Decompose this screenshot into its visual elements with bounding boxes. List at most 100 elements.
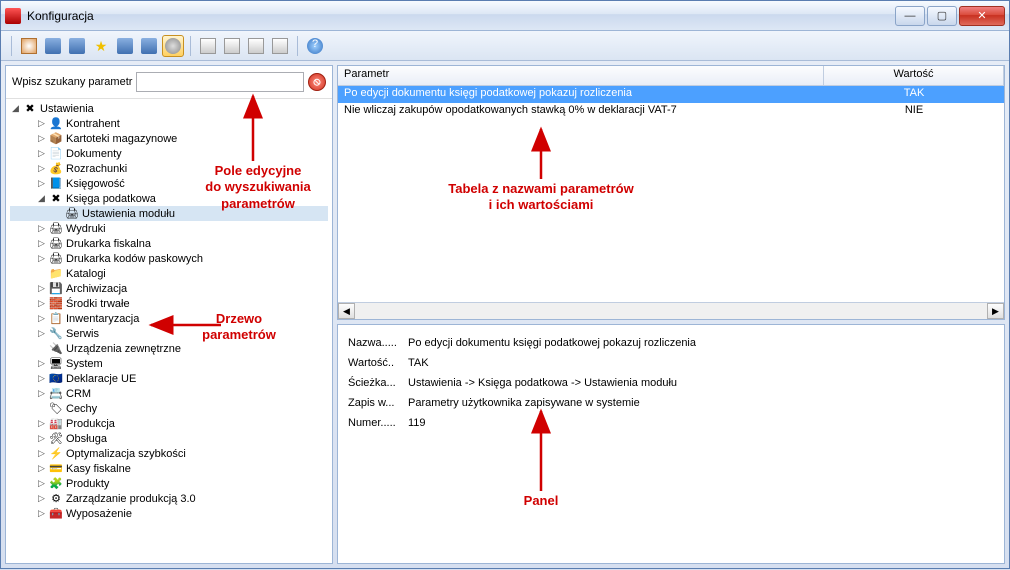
expand-icon[interactable]: ▷: [36, 508, 47, 519]
expand-icon[interactable]: ▷: [36, 163, 47, 174]
tree-item[interactable]: ▷📦Kartoteki magazynowe: [10, 131, 328, 146]
column-header-parametr[interactable]: Parametr: [338, 66, 824, 85]
tree-item-label: Urządzenia zewnętrzne: [66, 343, 181, 355]
tree-item[interactable]: ◢✖Księga podatkowa: [10, 191, 328, 206]
detail-value-label: Wartość..: [348, 357, 408, 369]
search-row: Wpisz szukany parametr ⦸: [6, 66, 332, 99]
expand-icon[interactable]: [36, 403, 47, 414]
tree-item-icon: 🧱: [49, 297, 63, 311]
expand-icon[interactable]: ▷: [36, 118, 47, 129]
expand-icon[interactable]: [36, 343, 47, 354]
tree-item-label: Deklaracje UE: [66, 373, 136, 385]
tree-item-label: Serwis: [66, 328, 99, 340]
tree-item[interactable]: ▷🛠Obsługa: [10, 431, 328, 446]
tree-item-label: Produkcja: [66, 418, 115, 430]
expand-icon[interactable]: ▷: [36, 148, 47, 159]
tree-item[interactable]: ▷👤Kontrahent: [10, 116, 328, 131]
expand-icon[interactable]: ▷: [36, 373, 47, 384]
tree-item[interactable]: ▷🖥System: [10, 356, 328, 371]
tree-item-icon: 🖨: [49, 222, 63, 236]
detail-name-value: Po edycji dokumentu księgi podatkowej po…: [408, 337, 994, 349]
tree-item[interactable]: ▷📇CRM: [10, 386, 328, 401]
horizontal-scrollbar[interactable]: ◀ ▶: [338, 302, 1004, 319]
table-body: Po edycji dokumentu księgi podatkowej po…: [338, 86, 1004, 302]
search-input[interactable]: [136, 72, 304, 92]
expand-icon[interactable]: ▷: [36, 448, 47, 459]
tree-item[interactable]: 🏷Cechy: [10, 401, 328, 416]
tree-item[interactable]: ▷🖨Wydruki: [10, 221, 328, 236]
list-button[interactable]: [269, 35, 291, 57]
tree-item[interactable]: ▷🖨Drukarka kodów paskowych: [10, 251, 328, 266]
expand-icon[interactable]: ▷: [36, 313, 47, 324]
scroll-right-button[interactable]: ▶: [987, 303, 1004, 319]
expand-icon[interactable]: [52, 208, 63, 219]
tree-item-label: CRM: [66, 388, 91, 400]
copy-button[interactable]: [221, 35, 243, 57]
expand-icon[interactable]: ▷: [36, 328, 47, 339]
expand-icon[interactable]: [36, 268, 47, 279]
tree-item[interactable]: 🖨Ustawienia modułu: [10, 206, 328, 221]
expand-icon[interactable]: ▷: [36, 358, 47, 369]
help-button[interactable]: ?: [304, 35, 326, 57]
parameter-table: Parametr Wartość Po edycji dokumentu ksi…: [337, 65, 1005, 320]
tree-item[interactable]: ▷💰Rozrachunki: [10, 161, 328, 176]
clear-search-button[interactable]: ⦸: [308, 73, 326, 91]
expand-icon[interactable]: ▷: [36, 238, 47, 249]
tree-item[interactable]: ▷🧰Wyposażenie: [10, 506, 328, 521]
tools-button[interactable]: [162, 35, 184, 57]
edit-button[interactable]: [197, 35, 219, 57]
tree-item[interactable]: ▷💾Archiwizacja: [10, 281, 328, 296]
parameter-tree[interactable]: ◢ ✖ Ustawienia ▷👤Kontrahent▷📦Kartoteki m…: [6, 99, 332, 563]
config-window: Konfiguracja — ▢ ✕ ★ ? Wpisz szukany par…: [0, 0, 1010, 569]
tree-item-icon: 📘: [49, 177, 63, 191]
expand-icon[interactable]: ▷: [36, 478, 47, 489]
expand-icon[interactable]: ▷: [36, 463, 47, 474]
table-row[interactable]: Nie wliczaj zakupów opodatkowanych stawk…: [338, 103, 1004, 120]
tree-item-icon: 📄: [49, 147, 63, 161]
tree-item[interactable]: ▷📄Dokumenty: [10, 146, 328, 161]
cell-value: NIE: [824, 103, 1004, 120]
tree-item[interactable]: ▷🧩Produkty: [10, 476, 328, 491]
expand-icon[interactable]: ▷: [36, 433, 47, 444]
db1-button[interactable]: [42, 35, 64, 57]
expand-icon[interactable]: ▷: [36, 388, 47, 399]
check-button[interactable]: [245, 35, 267, 57]
app-icon: [5, 8, 21, 24]
expand-icon[interactable]: ▷: [36, 178, 47, 189]
tree-item[interactable]: ▷🔧Serwis: [10, 326, 328, 341]
table-row[interactable]: Po edycji dokumentu księgi podatkowej po…: [338, 86, 1004, 103]
tree-item[interactable]: ▷🇪🇺Deklaracje UE: [10, 371, 328, 386]
larrow-button[interactable]: [114, 35, 136, 57]
close-button[interactable]: ✕: [959, 6, 1005, 26]
expand-icon[interactable]: ▷: [36, 133, 47, 144]
minimize-button[interactable]: —: [895, 6, 925, 26]
rarrow-button[interactable]: [138, 35, 160, 57]
expand-icon[interactable]: ▷: [36, 253, 47, 264]
tree-item-icon: 📇: [49, 387, 63, 401]
tree-item[interactable]: 📁Katalogi: [10, 266, 328, 281]
tree-item[interactable]: ▷💳Kasy fiskalne: [10, 461, 328, 476]
expand-icon[interactable]: ▷: [36, 223, 47, 234]
tree-item[interactable]: ▷🖨Drukarka fiskalna: [10, 236, 328, 251]
tree-item-label: Drukarka fiskalna: [66, 238, 151, 250]
scroll-left-button[interactable]: ◀: [338, 303, 355, 319]
tree-item[interactable]: ▷⚙Zarządzanie produkcją 3.0: [10, 491, 328, 506]
column-header-wartosc[interactable]: Wartość: [824, 66, 1004, 85]
expand-icon[interactable]: ▷: [36, 493, 47, 504]
expand-icon[interactable]: ▷: [36, 283, 47, 294]
db2-button[interactable]: [66, 35, 88, 57]
expand-icon[interactable]: ◢: [36, 193, 47, 204]
tree-item[interactable]: ▷⚡Optymalizacja szybkości: [10, 446, 328, 461]
tree-root[interactable]: ◢ ✖ Ustawienia: [10, 101, 328, 116]
star-button[interactable]: ★: [90, 35, 112, 57]
tree-item[interactable]: 🔌Urządzenia zewnętrzne: [10, 341, 328, 356]
maximize-button[interactable]: ▢: [927, 6, 957, 26]
expand-icon[interactable]: ▷: [36, 298, 47, 309]
tree-item[interactable]: ▷🧱Środki trwałe: [10, 296, 328, 311]
detail-path-value: Ustawienia -> Księga podatkowa -> Ustawi…: [408, 377, 994, 389]
expand-icon[interactable]: ▷: [36, 418, 47, 429]
tree-item[interactable]: ▷🏭Produkcja: [10, 416, 328, 431]
home-button[interactable]: [18, 35, 40, 57]
tree-item[interactable]: ▷📋Inwentaryzacja: [10, 311, 328, 326]
tree-item[interactable]: ▷📘Księgowość: [10, 176, 328, 191]
